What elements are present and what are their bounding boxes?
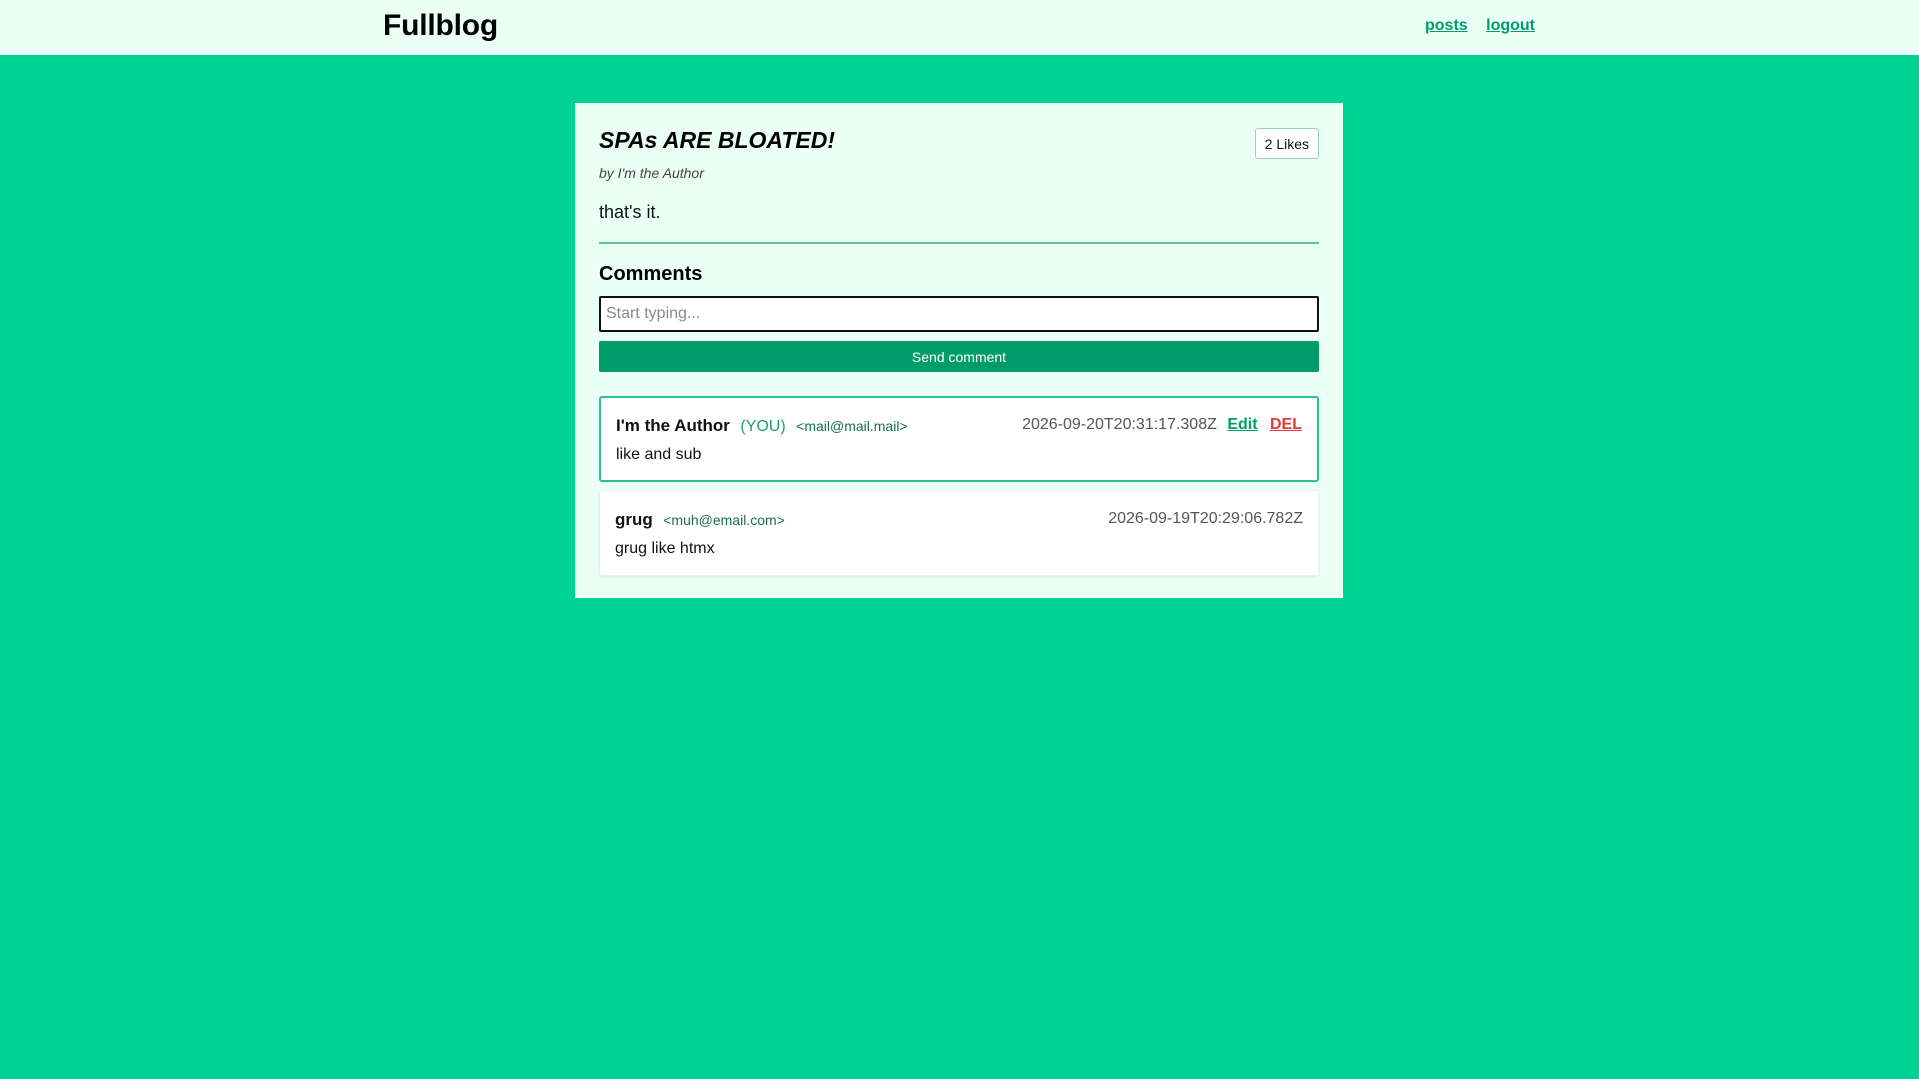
section-divider — [599, 242, 1319, 244]
nav-link-posts[interactable]: posts — [1425, 17, 1468, 34]
send-comment-button[interactable]: Send comment — [599, 341, 1319, 372]
comment-text: like and sub — [616, 446, 702, 463]
comment-header: grug <muh@email.com> 2026-09-19T20:29:06… — [615, 510, 1303, 532]
comment-author: I'm the Author — [616, 416, 730, 435]
nav-link-logout[interactable]: logout — [1486, 17, 1535, 34]
comment-input[interactable] — [599, 296, 1319, 332]
likes-button[interactable]: 2 Likes — [1254, 128, 1319, 159]
site-brand[interactable]: Fullblog — [383, 9, 498, 43]
comment-meta: 2026-09-19T20:29:06.782Z — [1108, 510, 1303, 528]
comment-you-tag: (YOU) — [740, 418, 786, 435]
post-byline: by I'm the Author — [599, 165, 704, 181]
comment-edit-button[interactable]: Edit — [1227, 416, 1257, 433]
comment-item: I'm the Author (YOU) <mail@mail.mail> 20… — [599, 396, 1319, 482]
comment-date: 2026-09-19T20:29:06.782Z — [1108, 510, 1303, 527]
post-body: that's it. — [599, 202, 661, 222]
comment-header: I'm the Author (YOU) <mail@mail.mail> 20… — [616, 416, 1302, 438]
comment-item: grug <muh@email.com> 2026-09-19T20:29:06… — [599, 490, 1319, 576]
comment-author: grug — [615, 510, 653, 529]
comment-meta: 2026-09-20T20:31:17.308Z Edit DEL — [1022, 416, 1302, 434]
post-title: SPAs ARE BLOATED! — [599, 127, 835, 153]
comment-delete-button[interactable]: DEL — [1270, 416, 1302, 433]
top-navbar: Fullblog posts logout — [0, 0, 1919, 55]
comment-date: 2026-09-20T20:31:17.308Z — [1022, 416, 1217, 433]
comment-email: <muh@email.com> — [663, 512, 785, 528]
nav-links: posts logout — [1411, 17, 1535, 35]
post-card: SPAs ARE BLOATED! 2 Likes by I'm the Aut… — [575, 103, 1343, 598]
comments-heading: Comments — [599, 263, 703, 285]
comment-text: grug like htmx — [615, 540, 715, 557]
comment-email: <mail@mail.mail> — [796, 418, 908, 434]
